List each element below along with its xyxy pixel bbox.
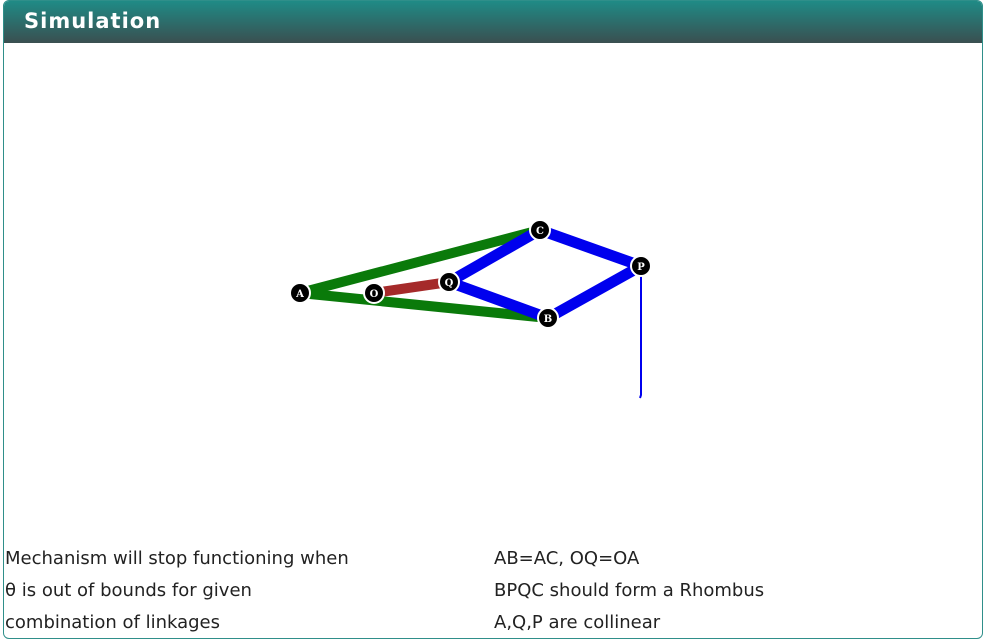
p-trace-path — [639, 266, 642, 399]
link-cp — [534, 224, 647, 272]
joint-q-label: Q — [445, 278, 454, 289]
panel-title: Simulation — [24, 9, 162, 33]
joint-p-label: P — [637, 262, 645, 273]
joint-a-label: A — [295, 289, 304, 300]
joint-c: C — [529, 219, 551, 241]
simulation-panel: Simulation A O Q C B P Mechanism will st… — [3, 0, 983, 639]
link-oq — [369, 277, 454, 298]
simulation-canvas: A O Q C B P — [4, 43, 982, 538]
joint-c-label: C — [536, 226, 544, 237]
joint-b: B — [537, 307, 559, 329]
note-right-line-3: A,Q,P are collinear — [494, 612, 661, 633]
joint-b-label: B — [544, 314, 552, 325]
joint-o: O — [363, 282, 385, 304]
note-left-line-2: θ is out of bounds for given — [5, 580, 252, 601]
link-bp — [542, 260, 647, 324]
note-left-line-3: combination of linkages — [5, 612, 221, 633]
joint-o-label: O — [370, 289, 379, 300]
joint-q: Q — [438, 271, 460, 293]
note-right-line-2: BPQC should form a Rhombus — [494, 580, 765, 601]
note-right-line-1: AB=AC, OQ=OA — [494, 548, 640, 569]
joint-a: A — [289, 282, 311, 304]
note-left-line-1: Mechanism will stop functioning when — [5, 548, 349, 569]
panel-header: Simulation — [4, 1, 982, 43]
notes-section: Mechanism will stop functioning when θ i… — [4, 543, 982, 638]
joint-p: P — [630, 255, 652, 277]
mechanism-diagram: A O Q C B P — [289, 219, 652, 399]
